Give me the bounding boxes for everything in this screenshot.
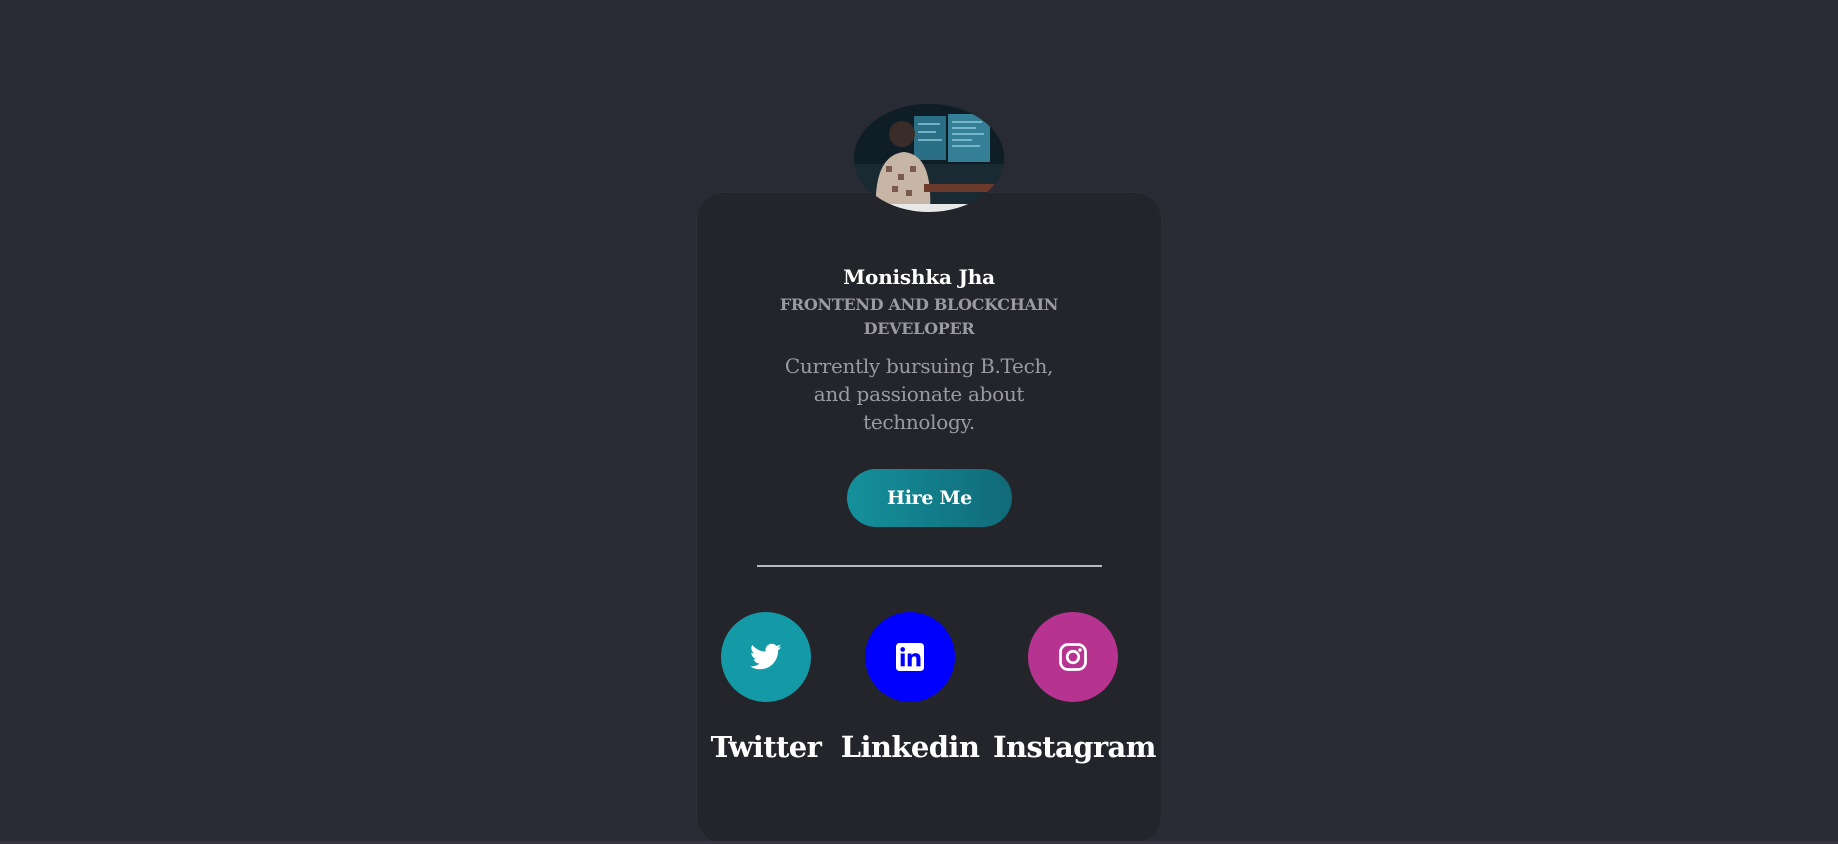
linkedin-link[interactable]: Linkedin bbox=[830, 730, 990, 764]
social-twitter: Twitter bbox=[686, 612, 846, 764]
avatar-image bbox=[854, 104, 1004, 212]
twitter-button[interactable] bbox=[721, 612, 811, 702]
profile-avatar bbox=[854, 104, 1004, 212]
linkedin-button[interactable] bbox=[865, 612, 955, 702]
page-background: Monishka Jha FRONTEND AND BLOCKCHAIN DEV… bbox=[0, 0, 1838, 844]
instagram-icon bbox=[1059, 643, 1087, 671]
profile-role: FRONTEND AND BLOCKCHAIN DEVELOPER bbox=[779, 295, 1059, 338]
social-linkedin: Linkedin bbox=[830, 612, 990, 764]
profile-bio: Currently bursuing B.Tech, and passionat… bbox=[784, 354, 1054, 434]
instagram-button[interactable] bbox=[1028, 612, 1118, 702]
social-instagram: Instagram bbox=[993, 612, 1156, 764]
hire-me-button[interactable]: Hire Me bbox=[847, 469, 1012, 527]
twitter-link[interactable]: Twitter bbox=[686, 730, 846, 764]
twitter-icon bbox=[750, 643, 782, 670]
divider bbox=[757, 565, 1102, 567]
profile-name: Monishka Jha bbox=[843, 265, 995, 289]
linkedin-icon bbox=[896, 643, 924, 671]
instagram-link[interactable]: Instagram bbox=[993, 730, 1156, 764]
